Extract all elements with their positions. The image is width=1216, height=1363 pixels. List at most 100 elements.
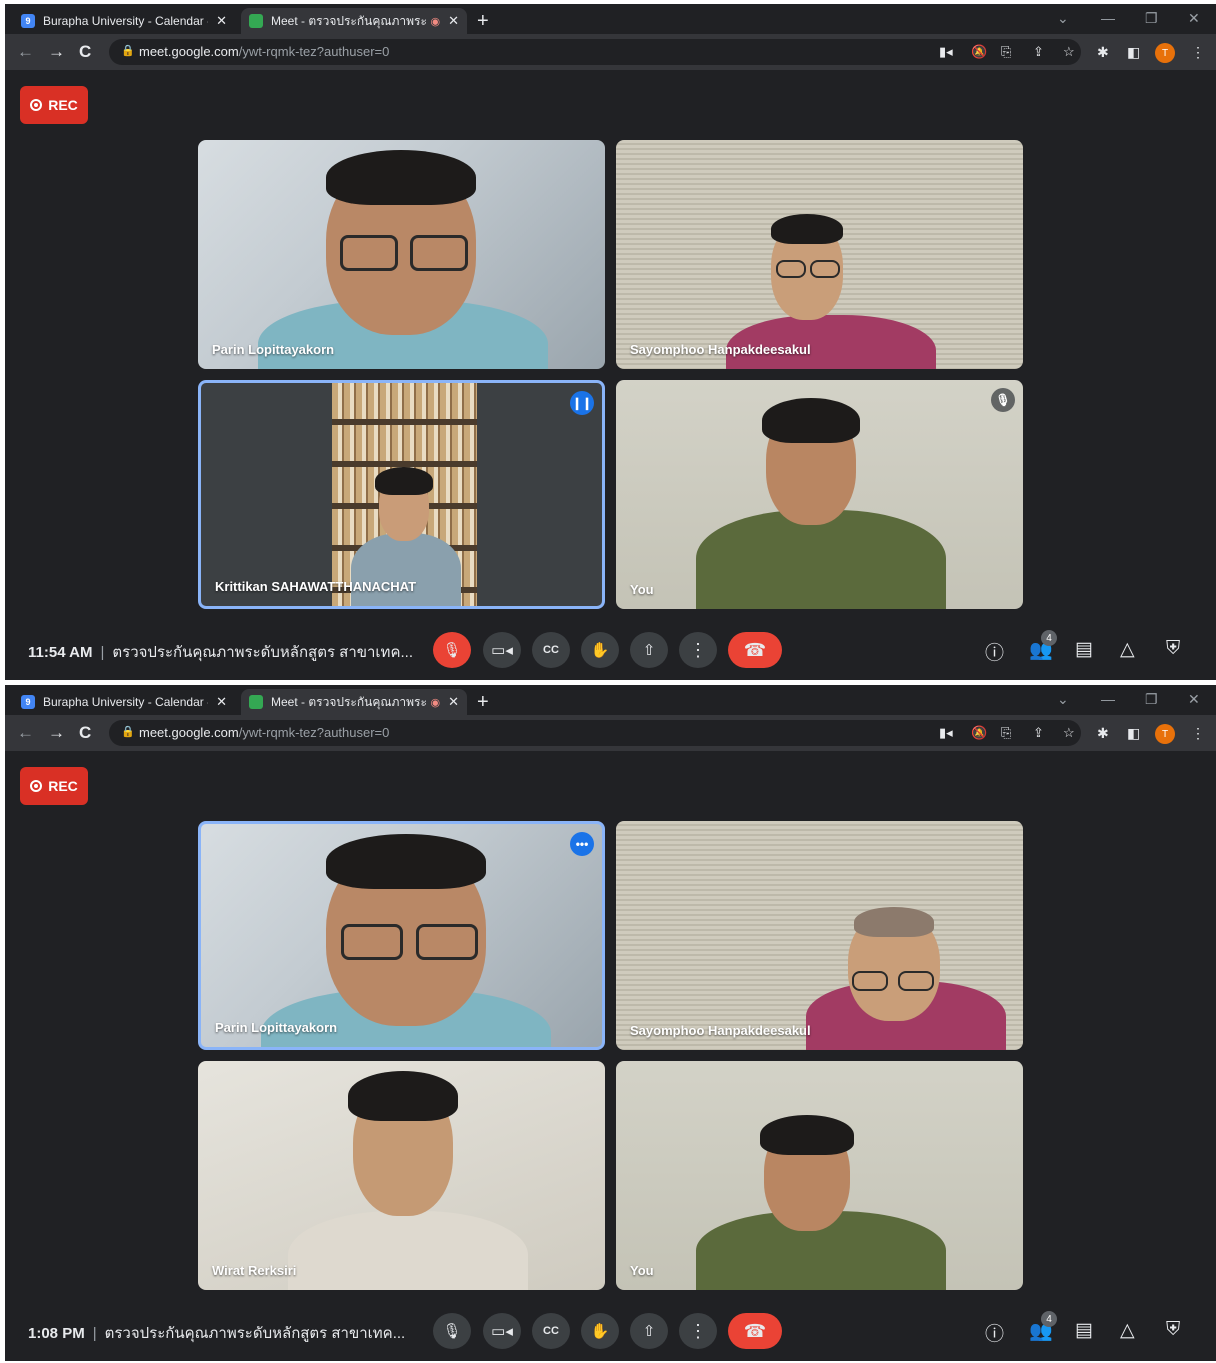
close-tab-icon[interactable]: ✕ (448, 13, 459, 29)
present-button[interactable]: ⇧ (630, 632, 668, 668)
captions-button[interactable]: CC (532, 632, 570, 668)
leave-call-button[interactable]: ☎ (728, 632, 782, 668)
microphone-off-button[interactable]: 🎙 (433, 632, 471, 668)
close-tab-icon[interactable]: ✕ (216, 13, 227, 29)
new-tab-button[interactable]: + (477, 10, 489, 33)
participant-tile[interactable]: ❙❙ Krittikan SAHAWATTHANACHAT (198, 380, 605, 609)
participant-tile[interactable]: Parin Lopittayakorn (198, 140, 605, 369)
bookmark-star-icon[interactable]: ☆ (1063, 725, 1075, 741)
extensions-icon[interactable]: ✱ (1097, 725, 1109, 742)
forward-icon[interactable]: → (48, 723, 65, 743)
back-icon[interactable]: ← (17, 723, 34, 743)
browser-menu-icon[interactable]: ⋮ (1191, 44, 1205, 61)
leave-call-button[interactable]: ☎ (728, 1313, 782, 1349)
notifications-blocked-icon[interactable]: 🔕 (971, 44, 987, 60)
extensions-icon[interactable]: ✱ (1097, 44, 1109, 61)
meeting-title: ตรวจประกันคุณภาพระดับหลักสูตร สาขาเทค... (112, 644, 413, 661)
more-options-icon[interactable]: ••• (570, 832, 594, 856)
profile-avatar[interactable]: T (1155, 43, 1175, 63)
activities-icon[interactable]: △ (1120, 1319, 1135, 1342)
share-icon[interactable]: ⇪ (1033, 44, 1044, 60)
translate-icon[interactable]: ⎘ (1001, 44, 1011, 60)
participant-count-badge: 4 (1041, 1311, 1057, 1327)
chat-icon[interactable]: ▤ (1075, 1319, 1093, 1342)
minimize-icon[interactable]: — (1101, 10, 1115, 26)
recording-indicator-icon: ◉ (430, 15, 441, 28)
tab-meet[interactable]: Meet - ตรวจประกันคุณภาพระดั ◉ ✕ (241, 689, 467, 715)
back-icon[interactable]: ← (17, 42, 34, 62)
meeting-title: ตรวจประกันคุณภาพระดับหลักสูตร สาขาเทค... (104, 1325, 406, 1342)
address-bar[interactable]: 🔒 meet.google.com/ywt-rqmk-tez?authuser=… (109, 39, 1081, 65)
participant-name: You (630, 582, 654, 597)
close-tab-icon[interactable]: ✕ (216, 694, 227, 710)
participant-video (616, 1061, 1023, 1290)
tab-calendar[interactable]: 9 Burapha University - Calendar - ✕ (13, 8, 235, 34)
close-tab-icon[interactable]: ✕ (448, 694, 459, 710)
recording-badge[interactable]: REC (20, 86, 88, 124)
reload-icon[interactable]: C (79, 42, 91, 62)
meeting-controls-bar: 11:54 AM | ตรวจประกันคุณภาพระดับหลักสูตร ส… (5, 620, 1216, 680)
more-options-button[interactable]: ⋮ (679, 1313, 717, 1349)
side-panel-icon[interactable]: ◧ (1127, 44, 1140, 61)
captions-button[interactable]: CC (532, 1313, 570, 1349)
close-window-icon[interactable]: ✕ (1188, 10, 1200, 27)
restore-icon[interactable]: ❐ (1145, 691, 1158, 708)
microphone-button[interactable]: 🎙 (433, 1313, 471, 1349)
activities-icon[interactable]: △ (1120, 638, 1135, 661)
tab-calendar[interactable]: 9 Burapha University - Calendar - ✕ (13, 689, 235, 715)
camera-button[interactable]: ▭◂ (483, 632, 521, 668)
participant-name: Sayomphoo Hanpakdeesakul (630, 1023, 811, 1038)
camera-button[interactable]: ▭◂ (483, 1313, 521, 1349)
toolbar: ← → C 🔒 meet.google.com/ywt-rqmk-tez?aut… (5, 34, 1216, 70)
participant-tile[interactable]: ••• Parin Lopittayakorn (198, 821, 605, 1050)
present-button[interactable]: ⇧ (630, 1313, 668, 1349)
minimize-icon[interactable]: — (1101, 691, 1115, 707)
tab-search-icon[interactable]: ⌄ (1057, 10, 1069, 27)
raise-hand-button[interactable]: ✋ (581, 632, 619, 668)
muted-mic-icon: 🎙 (991, 388, 1015, 412)
profile-avatar[interactable]: T (1155, 724, 1175, 744)
address-bar[interactable]: 🔒 meet.google.com/ywt-rqmk-tez?authuser=… (109, 720, 1081, 746)
meet-window-1: 9 Burapha University - Calendar - ✕ Meet… (5, 4, 1216, 680)
tab-meet[interactable]: Meet - ตรวจประกันคุณภาพระดั ◉ ✕ (241, 8, 467, 34)
participant-tile[interactable]: Wirat Rerksiri (198, 1061, 605, 1290)
notifications-blocked-icon[interactable]: 🔕 (971, 725, 987, 741)
participant-name: Wirat Rerksiri (212, 1263, 297, 1278)
reload-icon[interactable]: C (79, 723, 91, 743)
participant-count-badge: 4 (1041, 630, 1057, 646)
close-window-icon[interactable]: ✕ (1188, 691, 1200, 708)
recording-badge[interactable]: REC (20, 767, 88, 805)
meeting-details-icon[interactable]: ⓘ (985, 1319, 1004, 1346)
people-icon[interactable]: 👥 4 (1029, 1311, 1057, 1343)
host-controls-icon[interactable]: ⛨ (1166, 638, 1180, 660)
camera-in-use-icon[interactable]: ▮◂ (939, 725, 953, 741)
new-tab-button[interactable]: + (477, 691, 489, 714)
meet-icon (249, 14, 263, 28)
restore-icon[interactable]: ❐ (1145, 10, 1158, 27)
host-controls-icon[interactable]: ⛨ (1166, 1319, 1180, 1341)
forward-icon[interactable]: → (48, 42, 65, 62)
participant-tile[interactable]: Sayomphoo Hanpakdeesakul (616, 140, 1023, 369)
lock-icon[interactable]: 🔒 (121, 725, 135, 738)
share-icon[interactable]: ⇪ (1033, 725, 1044, 741)
recording-indicator-icon: ◉ (430, 696, 441, 709)
people-icon[interactable]: 👥 4 (1029, 630, 1057, 662)
side-panel-icon[interactable]: ◧ (1127, 725, 1140, 742)
recording-label: REC (48, 778, 78, 794)
tab-search-icon[interactable]: ⌄ (1057, 691, 1069, 708)
lock-icon[interactable]: 🔒 (121, 44, 135, 57)
chat-icon[interactable]: ▤ (1075, 638, 1093, 661)
translate-icon[interactable]: ⎘ (1001, 725, 1011, 741)
more-options-button[interactable]: ⋮ (679, 632, 717, 668)
record-icon (30, 99, 43, 111)
participant-tile[interactable]: Sayomphoo Hanpakdeesakul (616, 821, 1023, 1050)
participant-tile[interactable]: You (616, 1061, 1023, 1290)
browser-menu-icon[interactable]: ⋮ (1191, 725, 1205, 742)
toolbar: ← → C 🔒 meet.google.com/ywt-rqmk-tez?aut… (5, 715, 1216, 751)
bookmark-star-icon[interactable]: ☆ (1063, 44, 1075, 60)
raise-hand-button[interactable]: ✋ (581, 1313, 619, 1349)
clock-time: 1:08 PM (28, 1325, 85, 1342)
participant-tile[interactable]: 🎙 You (616, 380, 1023, 609)
camera-in-use-icon[interactable]: ▮◂ (939, 44, 953, 60)
meeting-details-icon[interactable]: ⓘ (985, 638, 1004, 665)
